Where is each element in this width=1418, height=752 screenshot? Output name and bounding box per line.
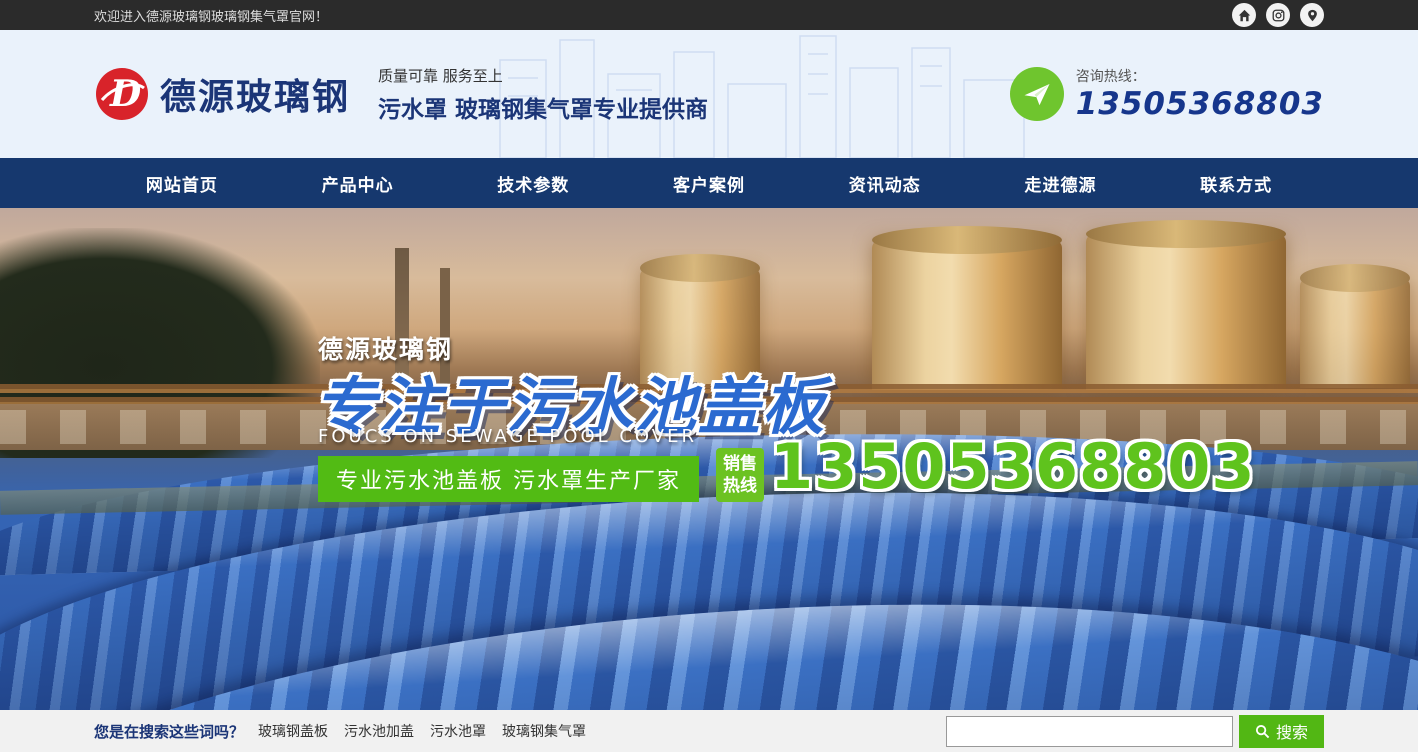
sales-badge-line2: 热线 bbox=[723, 475, 757, 497]
hotline-block: 咨询热线： 13505368803 bbox=[1010, 66, 1324, 122]
slogan-block: 质量可靠 服务至上 污水罩 玻璃钢集气罩专业提供商 bbox=[378, 65, 708, 124]
banner-subheadline: FOUCS ON SEWAGE POOL COVER bbox=[318, 426, 697, 447]
sales-phone-number: 13505368803 bbox=[770, 430, 1256, 503]
svg-text:D: D bbox=[109, 73, 141, 115]
search-input[interactable] bbox=[946, 716, 1233, 747]
slogan-main: 污水罩 玻璃钢集气罩专业提供商 bbox=[378, 90, 708, 124]
hotline-number: 13505368803 bbox=[1076, 86, 1324, 122]
social-links bbox=[1232, 3, 1324, 27]
slogan-small: 质量可靠 服务至上 bbox=[378, 65, 708, 86]
search-prompt: 您是在搜索这些词吗？ bbox=[94, 721, 244, 742]
search-strip: 您是在搜索这些词吗？ 玻璃钢盖板 污水池加盖 污水池罩 玻璃钢集气罩 搜索 bbox=[0, 710, 1418, 752]
nav-item-contact[interactable]: 联系方式 bbox=[1148, 158, 1324, 208]
nav-item-products[interactable]: 产品中心 bbox=[270, 158, 446, 208]
hotline-label: 咨询热线： bbox=[1076, 66, 1324, 86]
search-button-label: 搜索 bbox=[1276, 719, 1308, 743]
welcome-text: 欢迎进入德源玻璃钢玻璃钢集气罩官网！ bbox=[94, 6, 1232, 25]
site-header: D 德源玻璃钢 质量可靠 服务至上 污水罩 玻璃钢集气罩专业提供商 咨询热线： … bbox=[0, 30, 1418, 158]
location-icon[interactable] bbox=[1300, 3, 1324, 27]
nav-item-news[interactable]: 资讯动态 bbox=[797, 158, 973, 208]
search-button[interactable]: 搜索 bbox=[1239, 715, 1324, 748]
hot-keywords: 玻璃钢盖板 污水池加盖 污水池罩 玻璃钢集气罩 bbox=[258, 721, 586, 741]
logo-icon: D bbox=[94, 66, 150, 122]
paper-plane-icon bbox=[1010, 67, 1064, 121]
instagram-icon[interactable] bbox=[1266, 3, 1290, 27]
keyword-link-2[interactable]: 污水池加盖 bbox=[344, 721, 414, 741]
nav-item-specs[interactable]: 技术参数 bbox=[445, 158, 621, 208]
keyword-link-1[interactable]: 玻璃钢盖板 bbox=[258, 721, 328, 741]
nav-item-home[interactable]: 网站首页 bbox=[94, 158, 270, 208]
magnifier-icon bbox=[1255, 724, 1270, 739]
hero-banner: 德源玻璃钢 专注于污水池盖板 FOUCS ON SEWAGE POOL COVE… bbox=[0, 208, 1418, 710]
nav-item-cases[interactable]: 客户案例 bbox=[621, 158, 797, 208]
banner-text-overlay: 德源玻璃钢 专注于污水池盖板 FOUCS ON SEWAGE POOL COVE… bbox=[94, 208, 1324, 710]
hotline-text: 咨询热线： 13505368803 bbox=[1076, 66, 1324, 122]
sales-hotline-badge: 销售 热线 bbox=[716, 448, 764, 502]
topbar: 欢迎进入德源玻璃钢玻璃钢集气罩官网！ bbox=[0, 0, 1418, 30]
home-icon[interactable] bbox=[1232, 3, 1256, 27]
main-nav: 网站首页 产品中心 技术参数 客户案例 资讯动态 走进德源 联系方式 bbox=[0, 158, 1418, 208]
nav-item-about[interactable]: 走进德源 bbox=[973, 158, 1149, 208]
sales-badge-line1: 销售 bbox=[723, 453, 757, 475]
logo-text: 德源玻璃钢 bbox=[160, 68, 350, 120]
banner-tagline: 专业污水池盖板 污水罩生产厂家 bbox=[318, 456, 699, 502]
logo[interactable]: D 德源玻璃钢 bbox=[94, 66, 350, 122]
keyword-link-4[interactable]: 玻璃钢集气罩 bbox=[502, 721, 586, 741]
search-group: 搜索 bbox=[946, 715, 1324, 748]
keyword-link-3[interactable]: 污水池罩 bbox=[430, 721, 486, 741]
